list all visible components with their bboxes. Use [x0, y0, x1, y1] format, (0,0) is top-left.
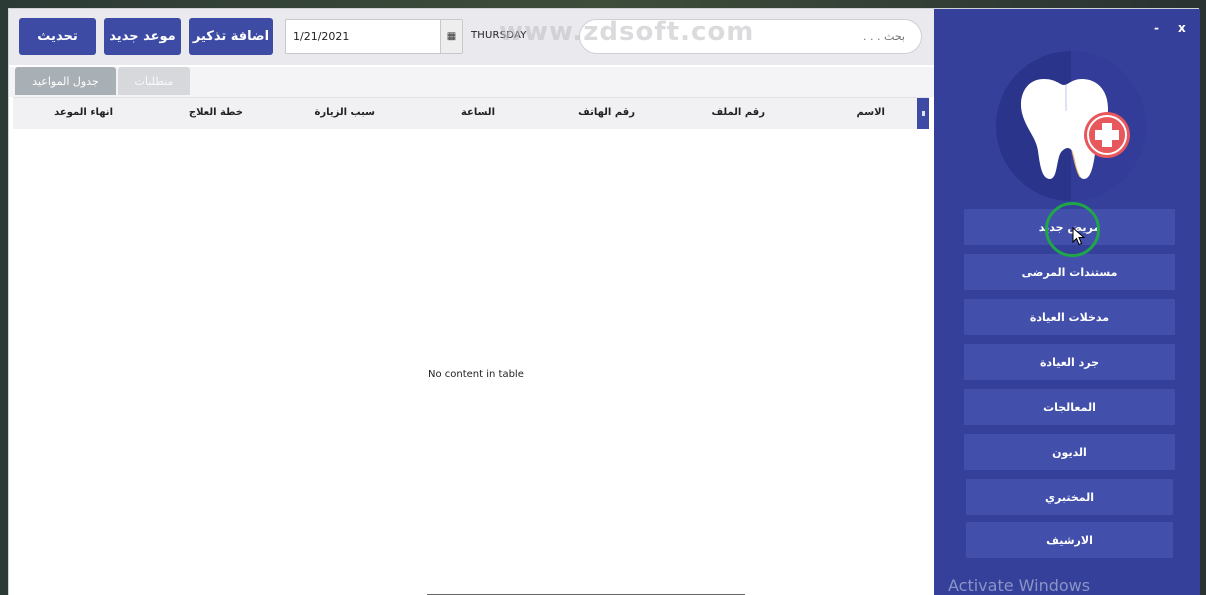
tabs-row: جدول المواعيد متطلبات — [9, 67, 934, 97]
column-header-treatment-plan[interactable]: خطة العلاج — [189, 107, 243, 118]
column-header-visit-reason[interactable]: سبب الزيارة — [314, 107, 375, 118]
column-menu-button[interactable] — [917, 98, 929, 129]
column-header-end-appointment[interactable]: انهاء الموعد — [54, 107, 113, 118]
tooth-logo-icon — [996, 51, 1146, 201]
column-header-phone[interactable]: رقم الهاتف — [578, 107, 635, 118]
search-input[interactable] — [579, 19, 922, 54]
sidebar-item-archive[interactable]: الارشيف — [966, 522, 1173, 558]
column-header-time[interactable]: الساعة — [461, 107, 495, 118]
sidebar-item-treatments[interactable]: المعالجات — [964, 389, 1175, 425]
app-window: تحديث موعد جديد اضافة تذكير 1/21/2021 ▦ … — [8, 8, 1200, 595]
sidebar: - x مريض جديد مستندات المرضى مدخلات العي… — [934, 9, 1200, 595]
minimize-button[interactable]: - — [1154, 21, 1159, 35]
date-picker[interactable]: 1/21/2021 ▦ — [285, 19, 463, 54]
sidebar-item-new-patient[interactable]: مريض جديد — [964, 209, 1175, 245]
sidebar-item-clinic-inputs[interactable]: مدخلات العيادة — [964, 299, 1175, 335]
tab-requirements[interactable]: متطلبات — [118, 67, 190, 95]
close-button[interactable]: x — [1178, 21, 1186, 35]
refresh-button[interactable]: تحديث — [19, 18, 96, 55]
empty-table-message: No content in table — [428, 369, 524, 380]
appointments-table-body — [13, 129, 929, 595]
tab-appointments-schedule[interactable]: جدول المواعيد — [15, 67, 116, 95]
sidebar-item-debts[interactable]: الديون — [964, 434, 1175, 470]
day-of-week-label: THURSDAY — [471, 30, 527, 41]
main-pane: تحديث موعد جديد اضافة تذكير 1/21/2021 ▦ … — [9, 9, 934, 595]
calendar-icon[interactable]: ▦ — [440, 20, 462, 53]
new-appointment-button[interactable]: موعد جديد — [104, 18, 181, 55]
activate-windows-overlay: Activate Windows — [948, 576, 1091, 595]
sidebar-item-clinic-inventory[interactable]: جرد العيادة — [964, 344, 1175, 380]
sidebar-item-patient-documents[interactable]: مستندات المرضى — [964, 254, 1175, 290]
sidebar-item-laboratory[interactable]: المختبري — [966, 479, 1173, 515]
mouse-cursor-icon — [1072, 227, 1086, 246]
date-value[interactable]: 1/21/2021 — [286, 30, 440, 43]
add-reminder-button[interactable]: اضافة تذكير — [189, 18, 273, 55]
table-header: الاسم رقم الملف رقم الهاتف الساعة سبب ال… — [13, 97, 929, 129]
toolbar: تحديث موعد جديد اضافة تذكير 1/21/2021 ▦ … — [9, 9, 934, 65]
column-header-name[interactable]: الاسم — [856, 107, 885, 118]
column-header-file-number[interactable]: رقم الملف — [711, 107, 765, 118]
